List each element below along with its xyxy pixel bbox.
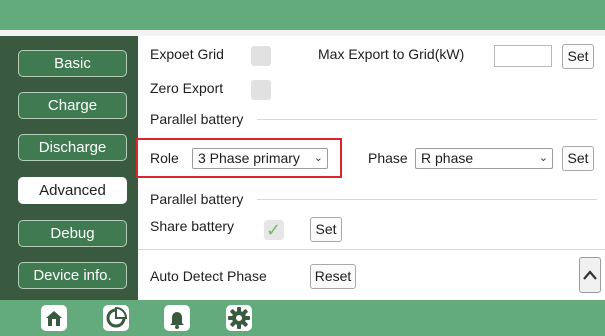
parallel-battery-title: Parallel battery <box>150 111 244 127</box>
sidebar-item-device-info[interactable]: Device info. <box>18 262 127 289</box>
auto-detect-reset-button[interactable]: Reset <box>310 264 356 289</box>
role-select-value: 3 Phase primary <box>198 150 300 166</box>
phase-select-value: R phase <box>421 150 474 166</box>
chevron-down-icon: ⌄ <box>313 152 323 164</box>
chevron-down-icon: ⌄ <box>538 152 548 164</box>
bottom-nav <box>0 300 605 336</box>
advanced-settings-panel: Expoet Grid Max Export to Grid(kW) Set Z… <box>136 36 605 300</box>
bell-icon[interactable] <box>163 304 191 332</box>
role-label: Role <box>150 150 179 166</box>
zero-export-checkbox[interactable] <box>251 80 271 100</box>
share-battery-set-button[interactable]: Set <box>310 217 342 242</box>
section-divider <box>257 199 597 200</box>
phase-select[interactable]: R phase ⌄ <box>415 148 553 169</box>
zero-export-label: Zero Export <box>150 80 224 96</box>
home-icon[interactable] <box>40 304 68 332</box>
phase-label: Phase <box>368 150 408 166</box>
sidebar-item-debug[interactable]: Debug <box>18 220 127 247</box>
max-export-input[interactable] <box>494 45 552 67</box>
section-divider <box>257 119 597 120</box>
parallel-battery-title-2: Parallel battery <box>150 191 244 207</box>
max-export-label: Max Export to Grid(kW) <box>318 46 465 62</box>
sidebar: Basic Charge Discharge Advanced Debug De… <box>0 36 138 300</box>
sidebar-item-advanced[interactable]: Advanced <box>18 177 127 204</box>
expoet-grid-label: Expoet Grid <box>150 46 224 62</box>
checkmark-icon: ✓ <box>266 220 282 240</box>
role-select[interactable]: 3 Phase primary ⌄ <box>192 148 328 169</box>
auto-detect-phase-label: Auto Detect Phase <box>150 268 267 284</box>
phase-set-button[interactable]: Set <box>562 146 594 171</box>
pie-chart-icon[interactable] <box>102 304 130 332</box>
gear-icon[interactable] <box>225 304 253 332</box>
scroll-up-button[interactable] <box>579 257 601 293</box>
expoet-grid-checkbox[interactable] <box>251 46 271 66</box>
row-divider <box>138 249 605 250</box>
share-battery-checkbox[interactable]: ✓ <box>264 220 284 240</box>
sidebar-item-discharge[interactable]: Discharge <box>18 134 127 161</box>
top-bar <box>0 0 605 30</box>
sidebar-item-basic[interactable]: Basic <box>18 50 127 77</box>
chevron-up-icon <box>583 270 597 280</box>
sidebar-item-charge[interactable]: Charge <box>18 92 127 119</box>
share-battery-label: Share battery <box>150 218 235 234</box>
max-export-set-button[interactable]: Set <box>562 44 594 69</box>
